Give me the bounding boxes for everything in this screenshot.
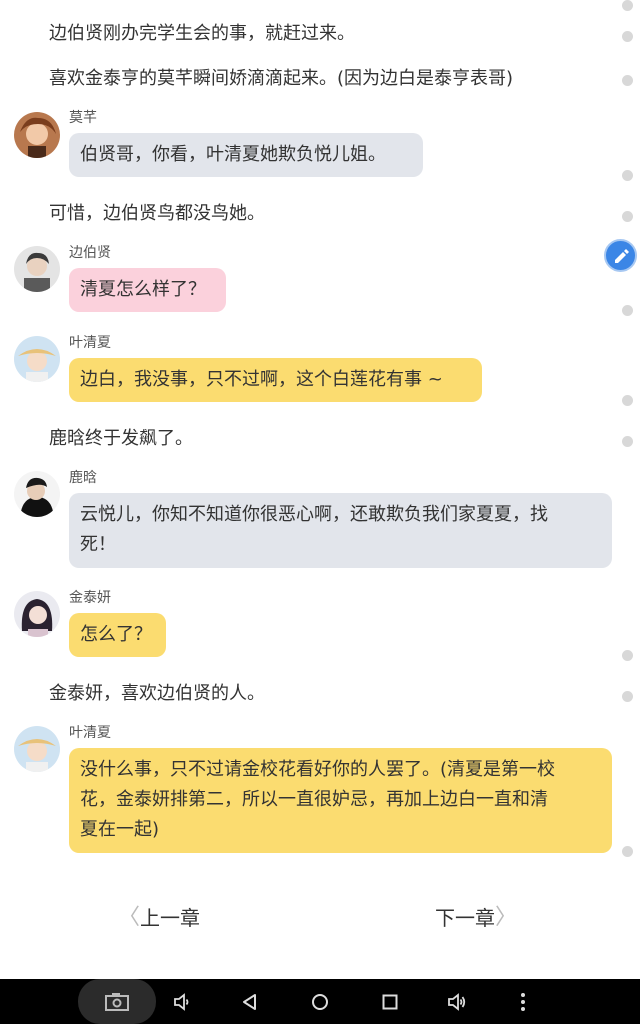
- avatar[interactable]: [14, 246, 60, 292]
- narration-text: 边伯贤刚办完学生会的事，就赶过来。: [49, 23, 355, 44]
- chat-bubble: 没什么事，只不过请金校花看好你的人罢了。(清夏是第一校 花，金泰妍排第二，所以一…: [69, 748, 612, 853]
- chat-text: 云悦儿，你知不知道你很恶心啊，还敢欺负我们家夏夏，找: [80, 504, 548, 525]
- speaker-name: 莫芊: [69, 110, 97, 126]
- scroll-dot: [622, 211, 633, 222]
- system-navigation-bar: [0, 979, 640, 1024]
- scroll-dot: [622, 436, 633, 447]
- chat-bubble: 伯贤哥，你看，叶清夏她欺负悦儿姐。: [69, 133, 423, 177]
- speaker-name: 叶清夏: [69, 335, 111, 351]
- avatar[interactable]: [14, 591, 60, 637]
- chat-text: 边白，我没事，只不过啊，这个白莲花有事 ~: [80, 369, 443, 390]
- chevron-left-icon: 〈: [118, 905, 141, 930]
- narration-text: 鹿晗终于发飙了。: [49, 428, 193, 449]
- chat-text: 伯贤哥，你看，叶清夏她欺负悦儿姐。: [80, 144, 386, 165]
- chat-bubble: 边白，我没事，只不过啊，这个白莲花有事 ~: [69, 358, 482, 402]
- scroll-dot: [622, 650, 633, 661]
- scroll-dot: [622, 170, 633, 181]
- scroll-dot: [622, 305, 633, 316]
- narration-text: 喜欢金泰亨的莫芊瞬间娇滴滴起来。(因为边白是泰亨表哥): [49, 68, 514, 89]
- next-chapter-button[interactable]: 下一章 〉: [435, 902, 517, 934]
- prev-chapter-button[interactable]: 〈 上一章: [118, 902, 200, 934]
- chat-text: 死！: [80, 534, 116, 555]
- scroll-dot: [622, 31, 633, 42]
- prev-chapter-label: 上一章: [140, 906, 201, 930]
- recents-icon[interactable]: [370, 979, 410, 1024]
- more-icon[interactable]: [503, 979, 543, 1024]
- avatar[interactable]: [14, 471, 60, 517]
- avatar[interactable]: [14, 726, 60, 772]
- home-icon[interactable]: [300, 979, 340, 1024]
- speaker-name: 鹿晗: [69, 470, 97, 486]
- chat-text: 清夏怎么样了？: [80, 279, 206, 300]
- scroll-dot: [622, 0, 633, 11]
- chat-bubble: 怎么了？: [69, 613, 166, 657]
- volume-up-icon[interactable]: [437, 979, 477, 1024]
- scroll-dot: [622, 846, 633, 857]
- next-chapter-label: 下一章: [435, 906, 495, 930]
- narration-text: 金泰妍，喜欢边伯贤的人。: [49, 683, 265, 704]
- chat-text: 怎么了？: [80, 624, 152, 645]
- avatar[interactable]: [14, 336, 60, 382]
- scroll-dot: [622, 395, 633, 406]
- pencil-icon: [615, 249, 629, 263]
- back-icon[interactable]: [230, 979, 270, 1024]
- chat-text: 没什么事，只不过请金校花看好你的人罢了。(清夏是第一校: [80, 759, 556, 780]
- scroll-dot: [622, 75, 633, 86]
- speaker-name: 边伯贤: [69, 245, 111, 261]
- floating-edit-button[interactable]: [604, 239, 637, 272]
- volume-down-icon[interactable]: [162, 979, 202, 1024]
- chat-text: 夏在一起): [80, 819, 160, 840]
- speaker-name: 叶清夏: [69, 725, 111, 741]
- chat-bubble: 云悦儿，你知不知道你很恶心啊，还敢欺负我们家夏夏，找 死！: [69, 493, 612, 568]
- narration-text: 可惜，边伯贤鸟都没鸟她。: [49, 203, 265, 224]
- chat-text: 花，金泰妍排第二，所以一直很妒忌，再加上边白一直和清: [80, 789, 548, 810]
- chevron-right-icon: 〉: [495, 905, 518, 930]
- screenshot-icon[interactable]: [97, 979, 137, 1024]
- avatar[interactable]: [14, 112, 60, 158]
- speaker-name: 金泰妍: [69, 590, 111, 606]
- scroll-dot: [622, 691, 633, 702]
- chat-bubble: 清夏怎么样了？: [69, 268, 226, 312]
